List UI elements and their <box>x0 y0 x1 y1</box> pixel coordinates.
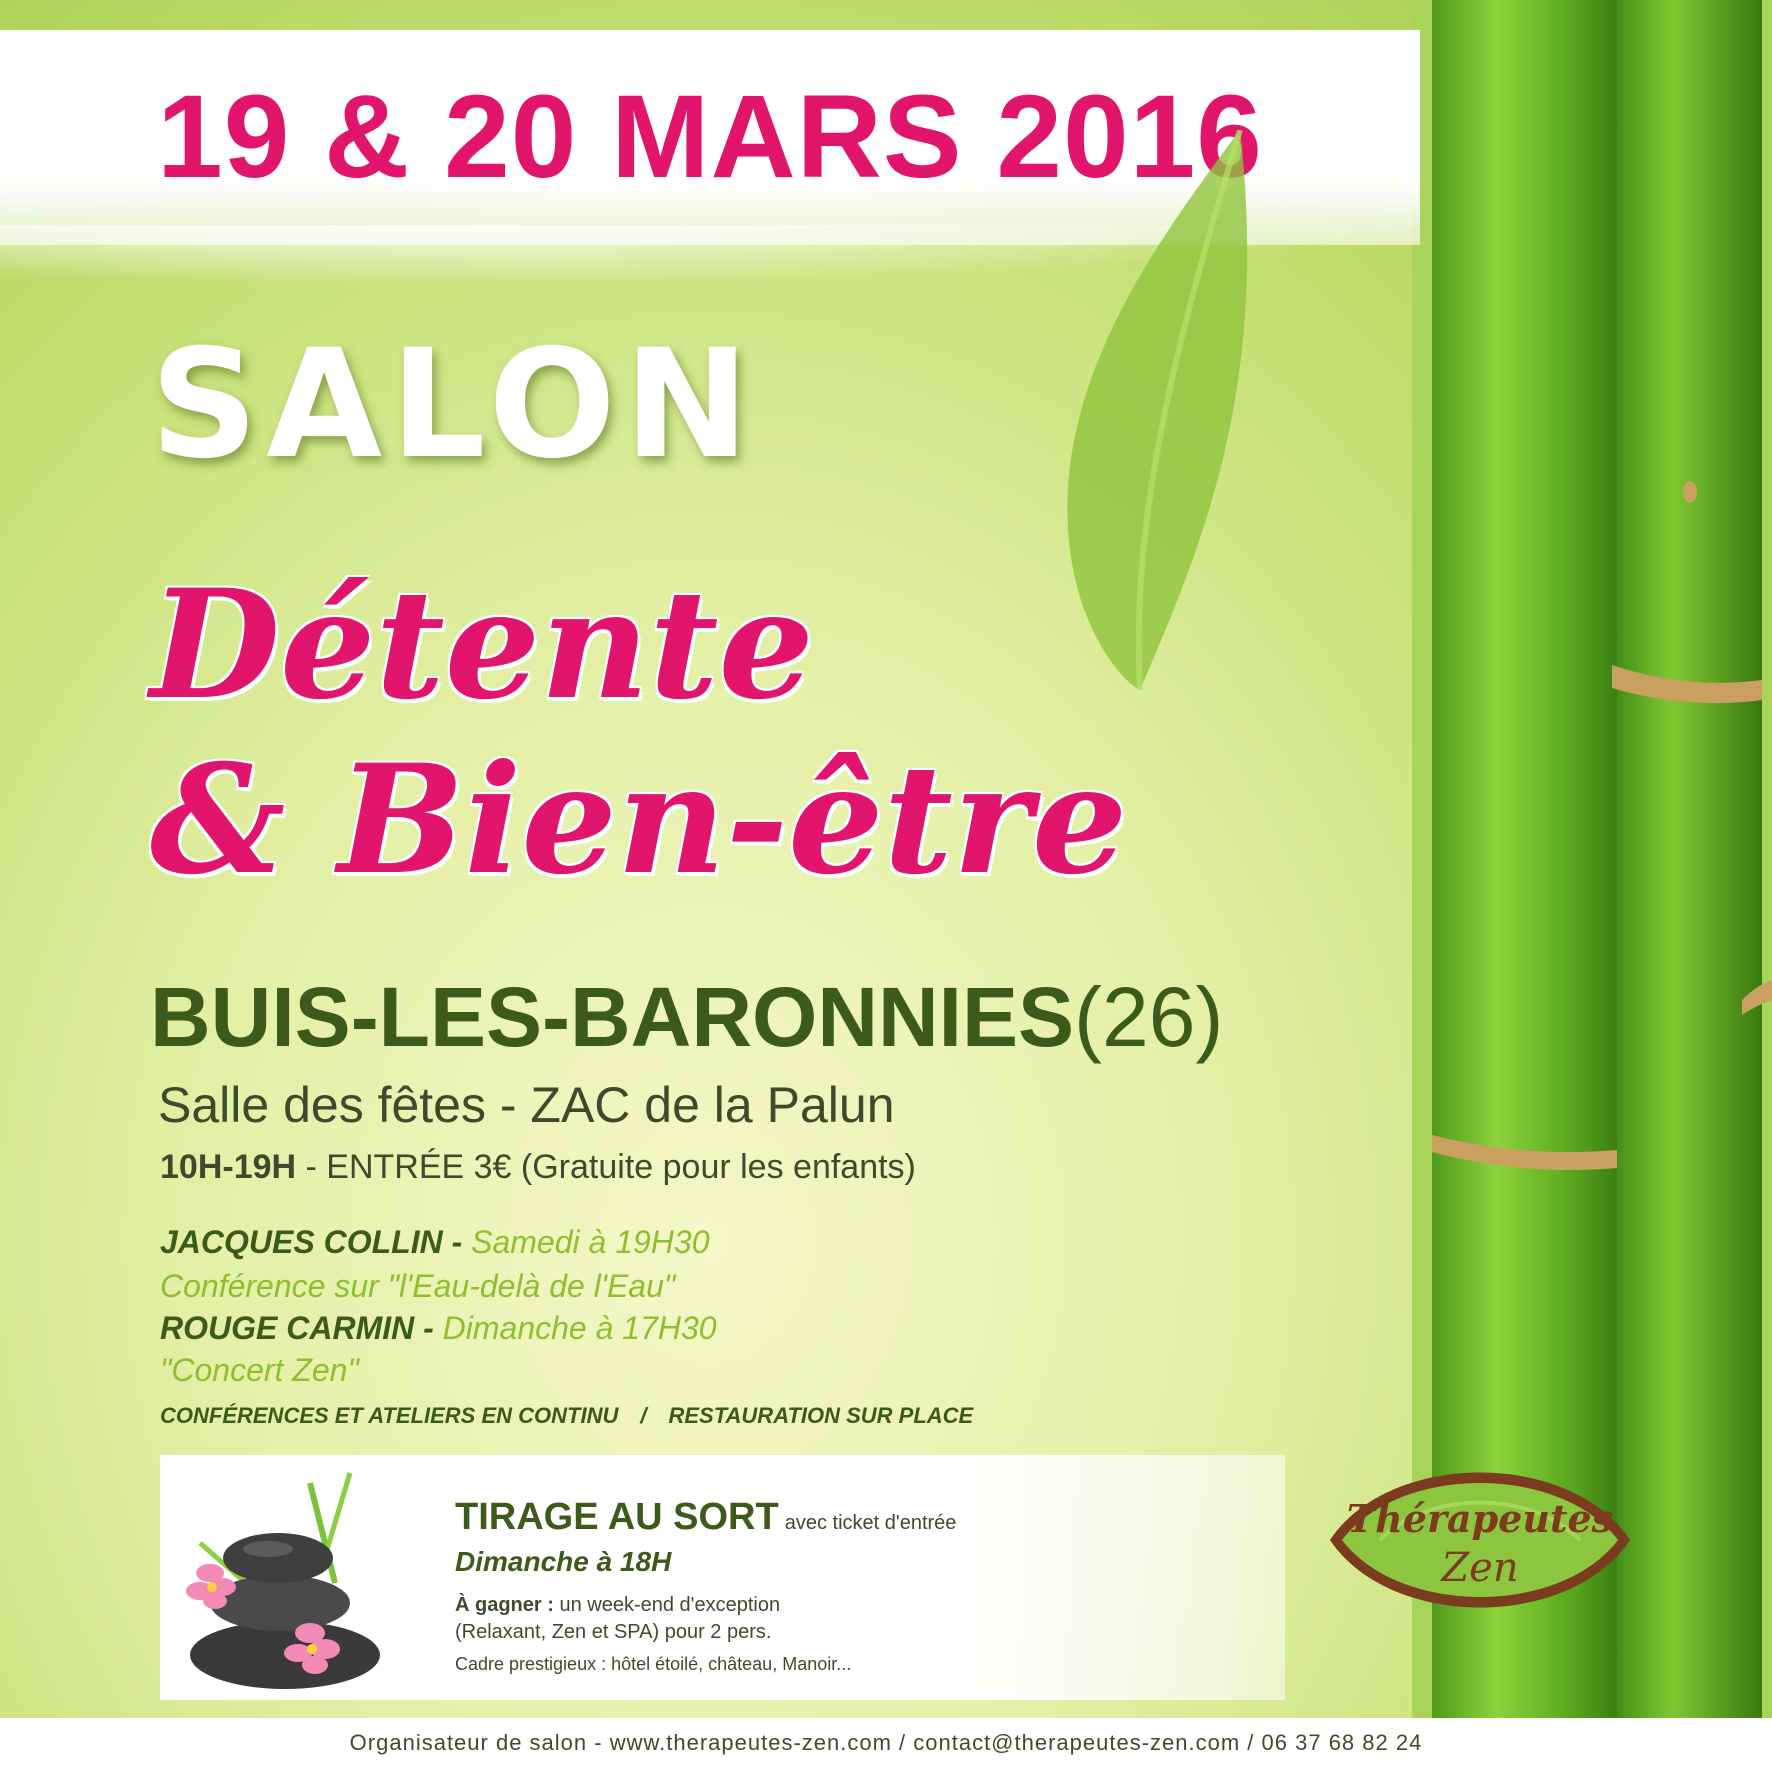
program-performer: ROUGE CARMIN - <box>160 1310 443 1346</box>
event-poster: 19 & 20 MARS 2016 SALON Détente & Bien-ê… <box>0 0 1772 1772</box>
note-separator: / <box>640 1403 647 1428</box>
raffle-heading: TIRAGE AU SORT <box>455 1496 779 1538</box>
prize-text: un week-end d'exception <box>553 1594 781 1616</box>
zen-stones-image <box>186 1472 380 1689</box>
city-name: BUIS-LES-BARONNIES(26) <box>150 975 1223 1059</box>
opening-hours: 10H-19H <box>160 1148 297 1186</box>
organizer-contact: Organisateur de salon - www.therapeutes-… <box>349 1730 1423 1755</box>
program-item: "Concert Zen" <box>160 1354 359 1386</box>
raffle-prize: À gagner : un week-end d'exception (Rela… <box>455 1592 780 1646</box>
note-conferences: CONFÉRENCES ET ATELIERS EN CONTINU <box>160 1403 619 1428</box>
logo-text-therapeutes: Thérapeutes <box>1346 1496 1614 1541</box>
logo-text-zen: Zen <box>1441 1545 1519 1591</box>
program-detail: Samedi à 19H30 <box>471 1224 710 1260</box>
prize-setting: Cadre prestigieux : hôtel étoilé, châtea… <box>455 1654 852 1674</box>
program-detail: Conférence sur "l'Eau-delà de l'Eau" <box>160 1268 676 1304</box>
prize-details: (Relaxant, Zen et SPA) pour 2 pers. <box>455 1621 772 1643</box>
program-performer: JACQUES COLLIN - <box>160 1224 472 1260</box>
note-restauration: RESTAURATION SUR PLACE <box>668 1403 974 1428</box>
services-note: CONFÉRENCES ET ATELIERS EN CONTINU / RESTA… <box>160 1405 973 1427</box>
title-detente: Détente <box>150 557 815 733</box>
leaf-illustration <box>1067 130 1248 690</box>
program-item: JACQUES COLLIN - Samedi à 19H30 <box>160 1226 710 1258</box>
raffle-title: TIRAGE AU SORT avec ticket d'entrée <box>455 1498 956 1536</box>
venue: Salle des fêtes - ZAC de la Palun <box>158 1077 895 1133</box>
prize-label: À gagner : <box>455 1594 554 1616</box>
program-item: Conférence sur "l'Eau-delà de l'Eau" <box>160 1270 675 1302</box>
raffle-condition: avec ticket d'entrée <box>784 1512 957 1534</box>
salon-heading: SALON <box>150 318 758 492</box>
entry-price: - ENTRÉE 3€ (Gratuite pour les enfants) <box>296 1148 916 1186</box>
therapeutes-zen-logo: Thérapeutes Zen <box>1320 1430 1640 1650</box>
raffle-date: Dimanche à 18H <box>455 1546 672 1577</box>
hours-and-price: 10H-19H - ENTRÉE 3€ (Gratuite pour les e… <box>160 1150 916 1184</box>
department-number: (26) <box>1074 970 1224 1064</box>
program-detail: Dimanche à 17H30 <box>442 1310 717 1346</box>
program-detail: "Concert Zen" <box>160 1352 359 1388</box>
title-bien-etre: & Bien-être <box>150 732 1128 908</box>
city-label: BUIS-LES-BARONNIES <box>150 970 1075 1064</box>
program-item: ROUGE CARMIN - Dimanche à 17H30 <box>160 1312 717 1344</box>
